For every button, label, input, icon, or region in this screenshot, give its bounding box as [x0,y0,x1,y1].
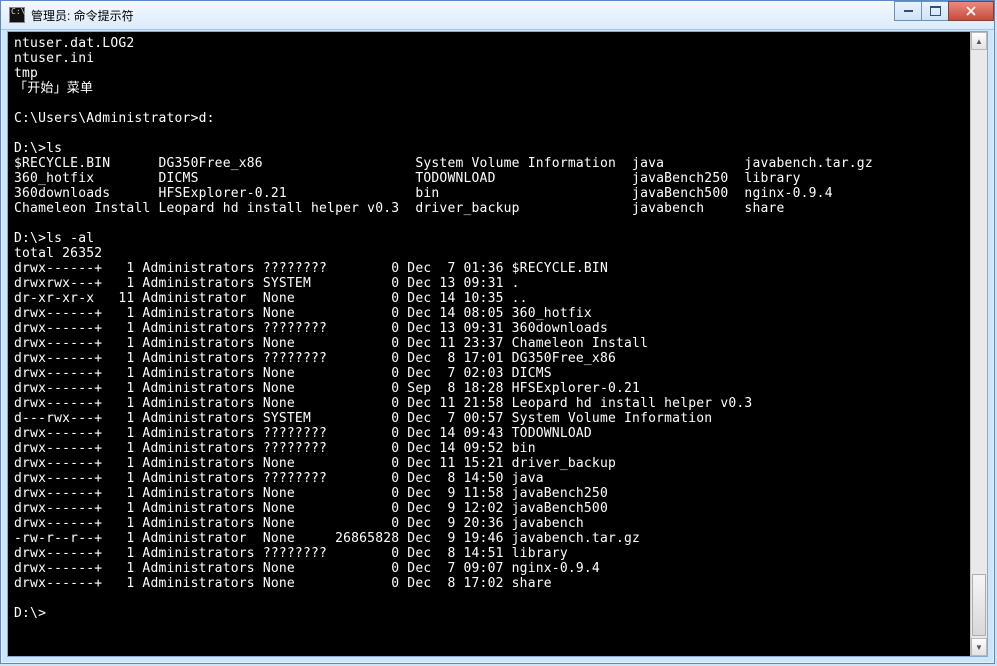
scroll-track[interactable] [971,50,987,638]
scroll-thumb[interactable] [972,574,986,636]
cmd-icon: C:\ [9,7,25,23]
terminal-output[interactable]: ntuser.dat.LOG2 ntuser.ini tmp 「开始」菜单 C:… [8,32,971,625]
scroll-up-button[interactable]: ▲ [971,32,987,50]
window-title: 管理员: 命令提示符 [31,7,134,24]
terminal-client-area: ntuser.dat.LOG2 ntuser.ini tmp 「开始」菜单 C:… [7,31,988,657]
close-button[interactable] [948,1,994,21]
maximize-button[interactable] [921,1,949,21]
terminal-viewport[interactable]: ntuser.dat.LOG2 ntuser.ini tmp 「开始」菜单 C:… [8,32,971,656]
window-buttons [895,1,994,21]
command-prompt-window: C:\ 管理员: 命令提示符 ntuser.dat.LOG2 ntuser.in… [0,0,995,664]
vertical-scrollbar[interactable]: ▲ ▼ [970,32,987,656]
titlebar[interactable]: C:\ 管理员: 命令提示符 [1,1,994,30]
close-icon [966,6,976,16]
minimize-button[interactable] [894,1,922,21]
scroll-down-button[interactable]: ▼ [971,638,987,656]
